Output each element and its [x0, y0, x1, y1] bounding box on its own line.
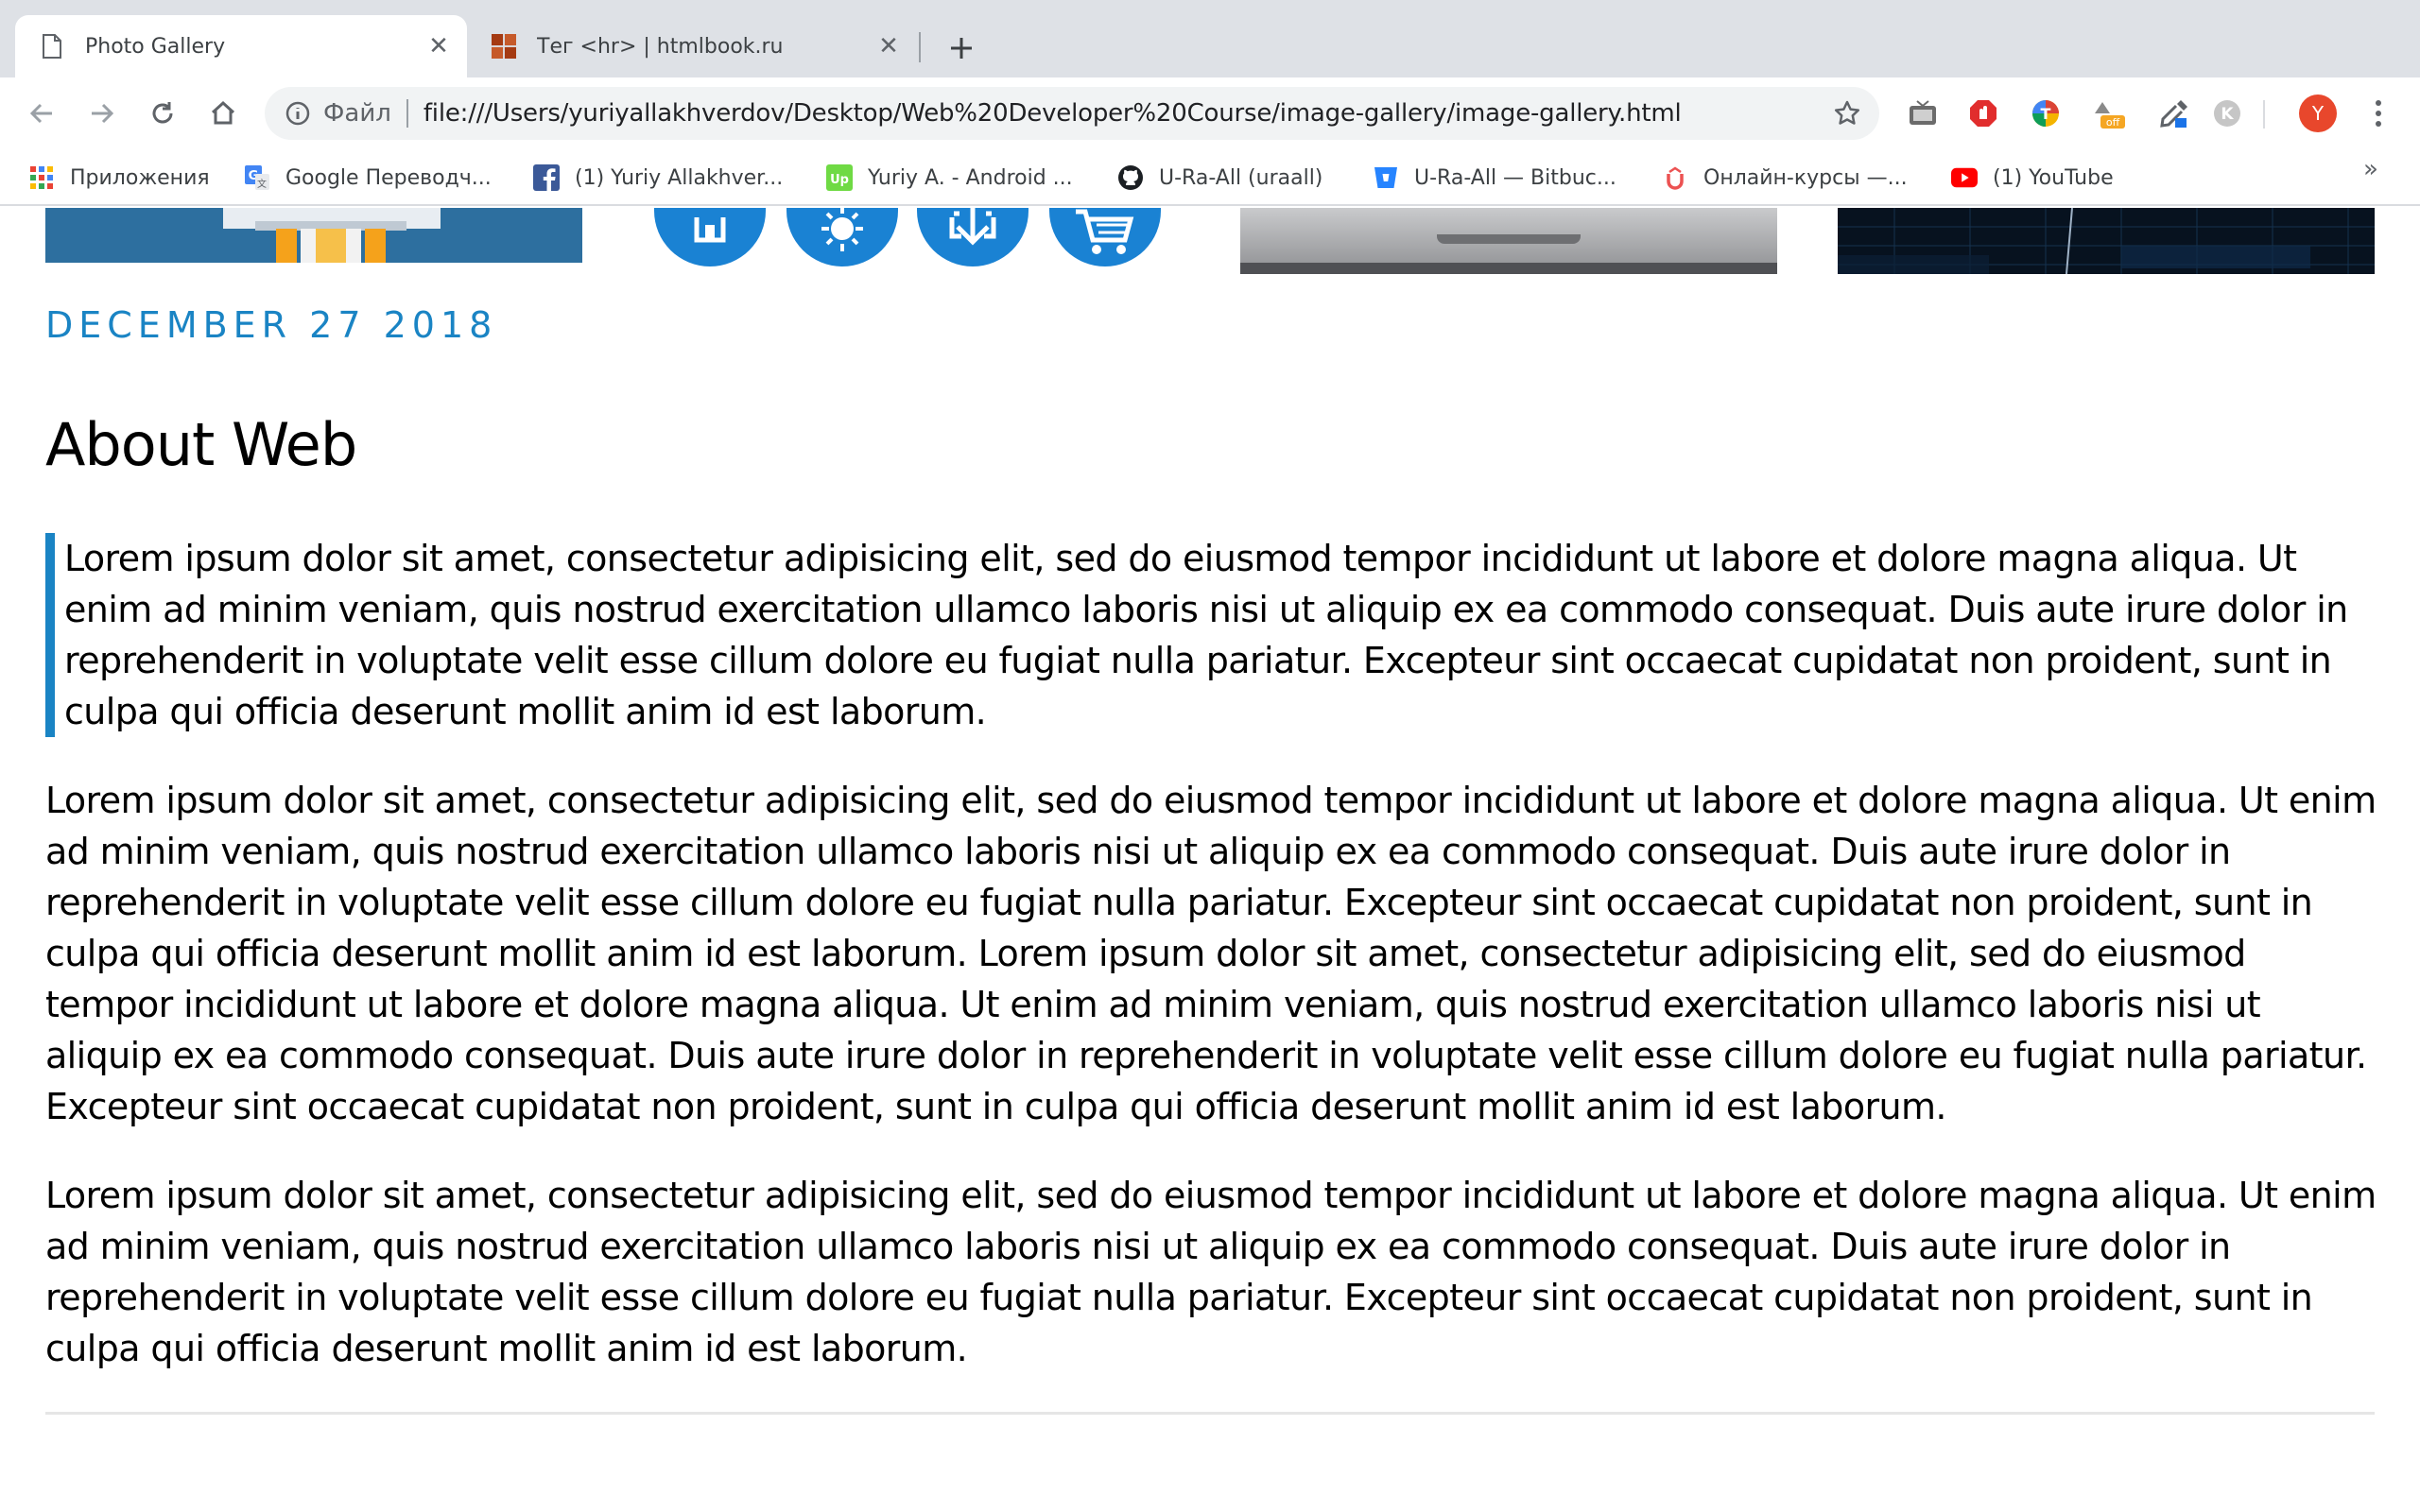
svg-text:K: K	[2221, 105, 2234, 124]
bookmark-bitbucket[interactable]: U-Ra-All — Bitbuc...	[1373, 159, 1616, 197]
bookmark-label: U-Ra-All (uraall)	[1159, 165, 1323, 190]
gallery-image-laptop[interactable]	[1240, 208, 1777, 274]
new-tab-button[interactable]	[942, 28, 981, 68]
turn-off-extension-icon[interactable]: off	[2091, 96, 2125, 130]
k-extension-icon[interactable]: K	[2210, 96, 2244, 130]
plus-icon	[951, 38, 972, 59]
eyedropper-icon[interactable]	[2157, 96, 2191, 130]
tab-separator	[919, 32, 921, 62]
bookmark-label: Приложения	[70, 165, 210, 190]
blockquote: Lorem ipsum dolor sit amet, consectetur …	[45, 533, 2380, 737]
bookmark-star-icon[interactable]	[1830, 96, 1864, 130]
tab-strip: Photo Gallery ✕ Тег <hr> | htmlbook.ru ✕	[0, 0, 2420, 77]
adblock-icon[interactable]	[1966, 96, 2000, 130]
arrow-left-icon	[29, 103, 52, 124]
url-text[interactable]: file:///Users/yuriyallakhverdov/Desktop/…	[424, 99, 1830, 128]
gallery-image-1[interactable]	[45, 208, 582, 263]
tab-title: Photo Gallery	[85, 34, 226, 59]
gallery-illustration	[223, 208, 441, 263]
bitbucket-icon	[1373, 164, 1399, 191]
omnibox-divider	[406, 99, 408, 128]
home-button[interactable]	[204, 94, 242, 132]
tv-extension-icon[interactable]	[1906, 96, 1940, 130]
info-icon[interactable]	[284, 99, 312, 128]
bookmark-github[interactable]: U-Ra-All (uraall)	[1117, 159, 1322, 197]
page-content: DECEMBER 27 2018 About Web Lorem ipsum d…	[0, 208, 2420, 1512]
dark-pattern	[1838, 208, 2375, 275]
url-scheme-label: Файл	[323, 99, 391, 128]
cart-icon[interactable]	[1049, 208, 1161, 266]
paragraph: Lorem ipsum dolor sit amet, consectetur …	[45, 780, 2377, 1127]
svg-text:文: 文	[257, 178, 267, 190]
bookmark-upwork[interactable]: Up Yuriy A. - Android ...	[826, 159, 1073, 197]
bookmark-apps[interactable]: Приложения	[28, 159, 210, 197]
upwork-icon: Up	[826, 164, 853, 191]
reload-icon	[152, 102, 173, 124]
github-icon	[1117, 164, 1144, 191]
svg-text:off: off	[2106, 116, 2120, 129]
tab-photo-gallery[interactable]: Photo Gallery ✕	[15, 15, 467, 77]
page-title: About Web	[45, 410, 357, 479]
chevron-double-right-icon[interactable]: »	[2363, 155, 2378, 183]
paragraph: Lorem ipsum dolor sit amet, consectetur …	[45, 1175, 2377, 1369]
reload-button[interactable]	[144, 94, 182, 132]
close-icon[interactable]: ✕	[873, 31, 904, 61]
back-button[interactable]	[23, 94, 60, 132]
bookmark-label: (1) YouTube	[1993, 165, 2114, 190]
home-icon[interactable]	[654, 208, 766, 266]
bookmark-youtube[interactable]: (1) YouTube	[1951, 159, 2114, 197]
facebook-icon	[533, 164, 560, 191]
close-icon[interactable]: ✕	[424, 31, 454, 61]
svg-text:T: T	[2041, 105, 2051, 123]
post-date: DECEMBER 27 2018	[45, 304, 498, 346]
address-bar[interactable]: Файл file:///Users/yuriyallakhverdov/Des…	[265, 87, 1879, 140]
horizontal-rule	[45, 1412, 2375, 1415]
home-icon	[211, 100, 235, 125]
browser-toolbar: Файл file:///Users/yuriyallakhverdov/Des…	[0, 77, 2420, 149]
gallery-image-dark[interactable]	[1838, 208, 2375, 275]
tab-htmlbook[interactable]: Тег <hr> | htmlbook.ru ✕	[467, 15, 917, 77]
udemy-icon	[1662, 164, 1688, 191]
bookmark-label: Онлайн-курсы —...	[1703, 165, 1908, 190]
bookmark-label: U-Ra-All — Bitbuc...	[1414, 165, 1616, 190]
translate-extension-icon[interactable]: T	[2029, 96, 2063, 130]
download-icon[interactable]	[917, 208, 1028, 266]
bookmark-google-translate[interactable]: G文 Google Переводч...	[244, 159, 492, 197]
forward-button[interactable]	[83, 94, 121, 132]
laptop-notch	[1437, 234, 1581, 244]
toolbar-divider	[2263, 100, 2265, 129]
bookmark-udemy[interactable]: Онлайн-курсы —...	[1662, 159, 1908, 197]
youtube-icon	[1951, 164, 1978, 191]
google-translate-icon: G文	[244, 164, 270, 191]
apps-grid-icon	[28, 164, 55, 191]
avatar[interactable]: Y	[2299, 94, 2337, 132]
arrow-right-icon	[92, 103, 114, 124]
bookmark-label: Google Переводч...	[285, 165, 492, 190]
sun-icon[interactable]	[786, 208, 898, 266]
bookmarks-bar: Приложения G文 Google Переводч... (1) Yur…	[0, 149, 2420, 206]
tab-title: Тег <hr> | htmlbook.ru	[537, 34, 784, 59]
page-icon	[40, 34, 64, 59]
htmlbook-icon	[492, 34, 516, 59]
svg-text:Up: Up	[830, 173, 849, 187]
laptop-base	[1240, 263, 1777, 274]
menu-dots-icon[interactable]	[2360, 94, 2397, 132]
bookmark-facebook[interactable]: (1) Yuriy Allakhver...	[533, 159, 783, 197]
bookmark-label: (1) Yuriy Allakhver...	[575, 165, 784, 190]
bookmark-label: Yuriy A. - Android ...	[868, 165, 1073, 190]
